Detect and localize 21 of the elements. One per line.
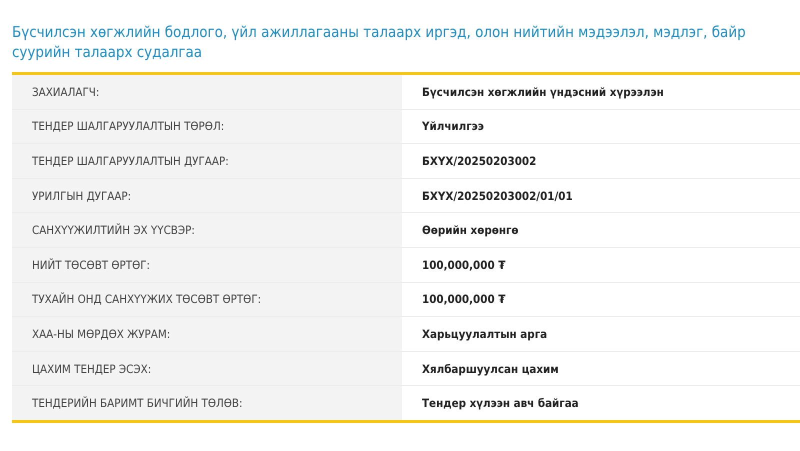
field-value: БХҮХ/20250203002/01/01: [421, 188, 574, 205]
field-label: НИЙТ ТӨСӨВТ ӨРТӨГ:: [12, 248, 402, 282]
field-value: Тендер хүлээн авч байгаа: [421, 395, 580, 412]
field-value: Бүсчилсэн хөгжлийн үндэсний хүрээлэн: [421, 84, 665, 101]
field-label: ХАА-НЫ МӨРДӨХ ЖУРАМ:: [12, 317, 402, 351]
field-label: ТУХАЙН ОНД САНХҮҮЖИХ ТӨСӨВТ ӨРТӨГ:: [12, 282, 402, 316]
field-label: УРИЛГЫН ДУГААР:: [12, 178, 402, 212]
field-value: Үйлчилгээ: [421, 118, 485, 136]
field-value: Өөрийн хөрөнгө: [421, 222, 520, 240]
field-label: ЦАХИМ ТЕНДЕР ЭСЭХ:: [12, 352, 402, 386]
field-label: ТЕНДЕРИЙН БАРИМТ БИЧГИЙН ТӨЛӨВ:: [12, 386, 402, 420]
field-value: 100,000,000 ₮: [421, 291, 506, 308]
field-value: БХҮХ/20250203002: [421, 152, 538, 170]
field-label: САНХҮҮЖИЛТИЙН ЭХ ҮҮСВЭР:: [12, 213, 402, 247]
field-label: ТЕНДЕР ШАЛГАРУУЛАЛТЫН ТӨРӨЛ:: [12, 110, 402, 144]
field-value: Хялбаршуулсан цахим: [421, 360, 560, 378]
page-title: Бүсчилсэн хөгжлийн бодлого, үйл ажиллагааны талаарх иргэд, олон нийтийн мэдээлэл, мэдлэг, байр суурийн талаарх судалгаа: [12, 22, 747, 62]
field-label: ТЕНДЕР ШАЛГАРУУЛАЛТЫН ДУГААР:: [12, 144, 402, 178]
field-value: 100,000,000 ₮: [421, 256, 506, 274]
field-label: ЗАХИАЛАГЧ:: [12, 75, 402, 109]
field-value: Харьцуулалтын арга: [421, 326, 548, 343]
